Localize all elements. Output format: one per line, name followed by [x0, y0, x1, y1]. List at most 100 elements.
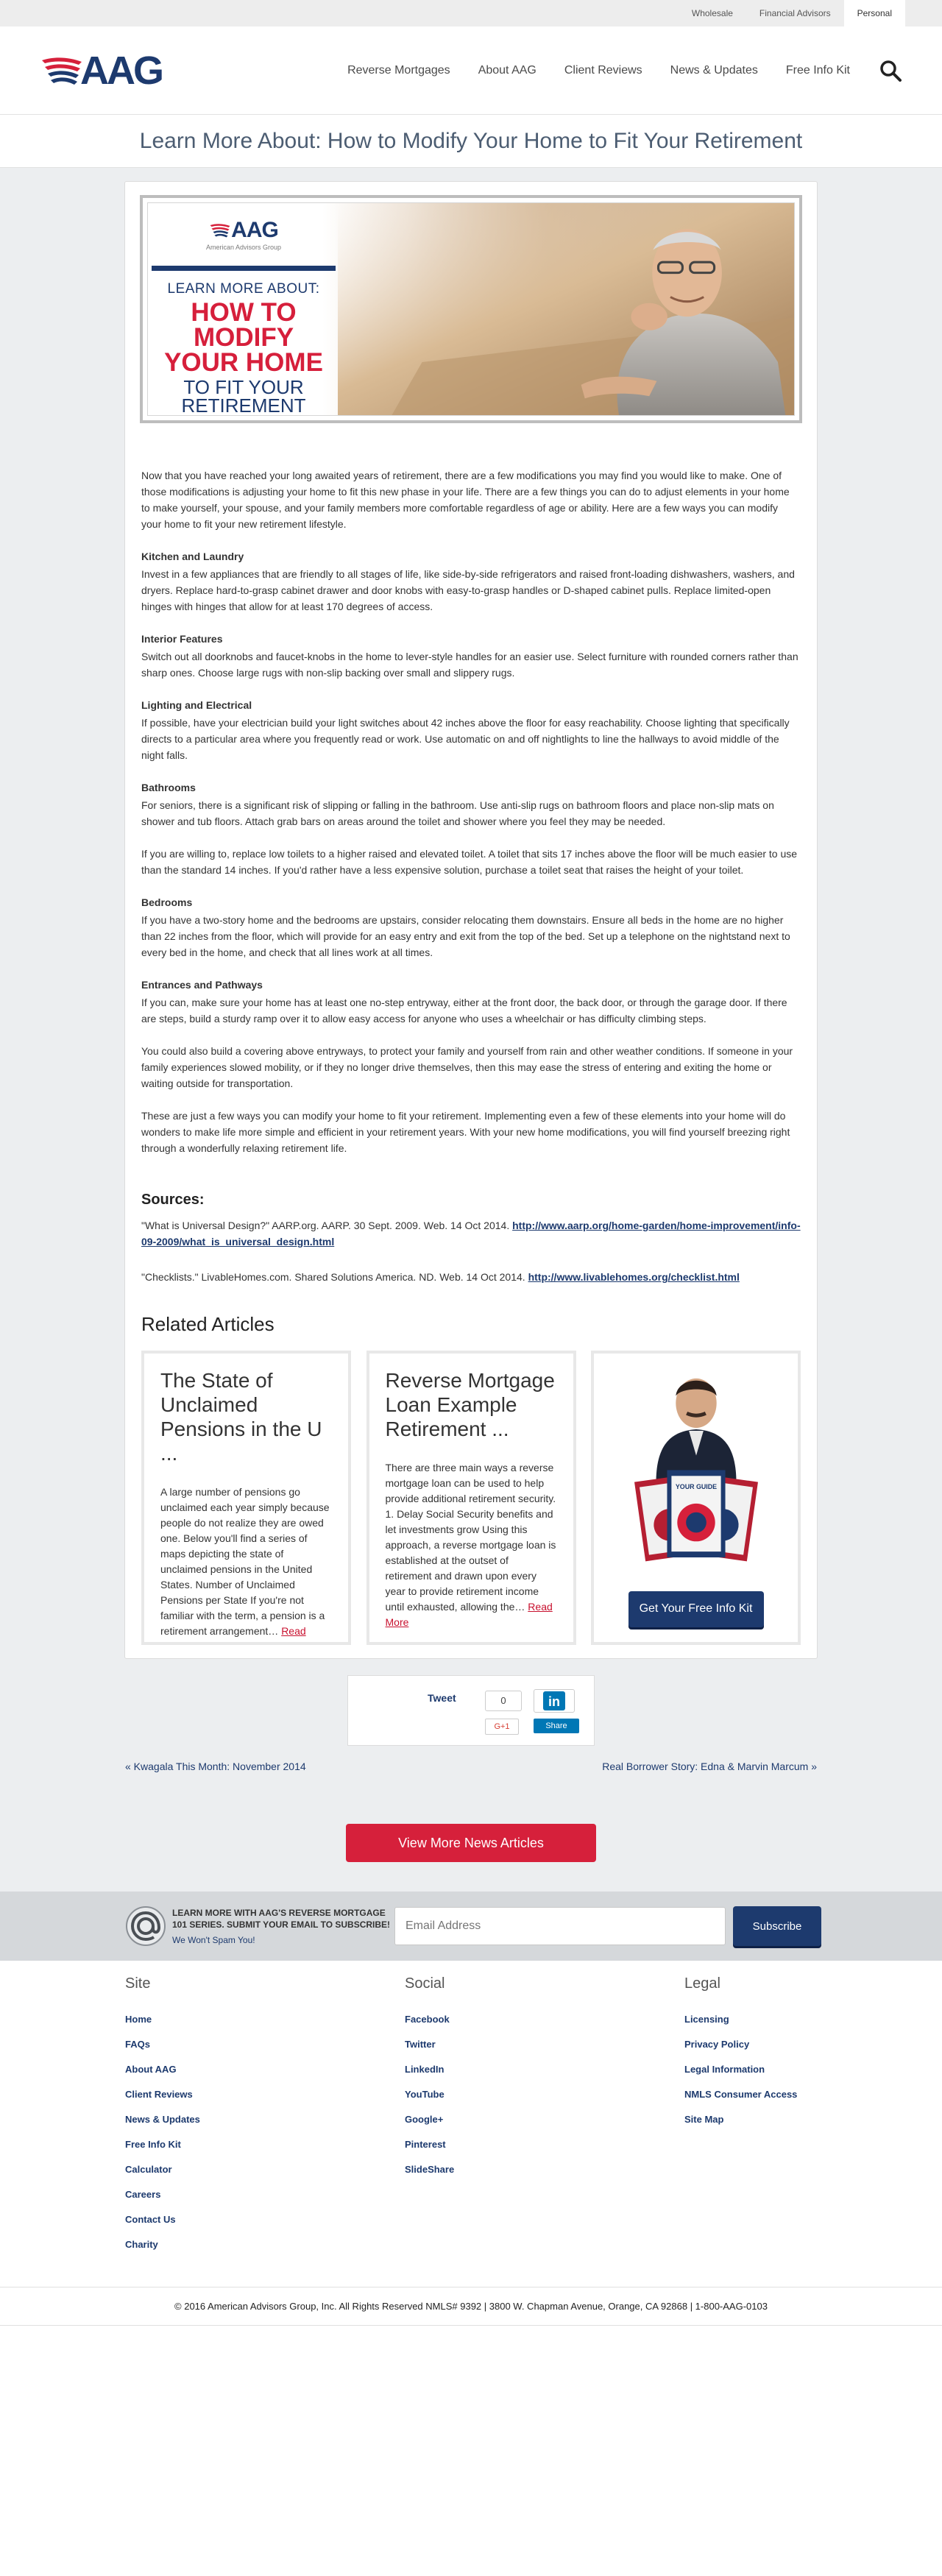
- subscribe-text-block: LEARN MORE WITH AAG'S REVERSE MORTGAGE 1…: [172, 1907, 393, 1945]
- linkedin-share-button[interactable]: Share: [534, 1719, 579, 1733]
- hero-headline-line: YOUR HOME: [164, 348, 323, 377]
- footer-link[interactable]: LinkedIn: [405, 2057, 684, 2082]
- section-text: If possible, have your electrician build…: [141, 717, 790, 761]
- footer-link[interactable]: Client Reviews: [125, 2082, 405, 2107]
- source-link[interactable]: http://www.livablehomes.org/checklist.ht…: [528, 1271, 740, 1283]
- footer-link[interactable]: Licensing: [684, 2007, 905, 2032]
- article-card: AAG American Advisors Group LEARN MORE A…: [124, 181, 818, 1659]
- utility-link-personal[interactable]: Personal: [843, 0, 905, 26]
- content-area: AAG American Advisors Group LEARN MORE A…: [0, 168, 942, 1892]
- footer-link[interactable]: Twitter: [405, 2032, 684, 2057]
- section-text: Invest in a few appliances that are frie…: [141, 568, 795, 612]
- nav-free-info-kit[interactable]: Free Info Kit: [786, 64, 850, 77]
- related-article-excerpt-text: A large number of pensions go unclaimed …: [160, 1486, 330, 1637]
- related-article-title[interactable]: Reverse Mortgage Loan Example Retirement…: [386, 1368, 557, 1441]
- logo-text: AAG: [80, 48, 164, 93]
- copyright-text: © 2016 American Advisors Group, Inc. All…: [0, 2287, 942, 2326]
- footer-link[interactable]: Legal Information: [684, 2057, 905, 2082]
- email-input[interactable]: [394, 1907, 726, 1945]
- sources-title: Sources:: [141, 1192, 205, 1208]
- related-article-title[interactable]: The State of Unclaimed Pensions in the U…: [160, 1368, 332, 1465]
- footer-link[interactable]: Home: [125, 2007, 405, 2032]
- article-body: Now that you have reached your long awai…: [140, 467, 802, 1645]
- footer-link[interactable]: Charity: [125, 2232, 405, 2257]
- footer-link[interactable]: Privacy Policy: [684, 2032, 905, 2057]
- footer-link[interactable]: About AAG: [125, 2057, 405, 2082]
- nav-news-updates[interactable]: News & Updates: [670, 64, 758, 77]
- share-box: Tweet 0 G+1 in Share: [347, 1675, 595, 1746]
- hero-photo-senior-man: [338, 203, 794, 415]
- article-intro: Now that you have reached your long awai…: [141, 470, 790, 530]
- section-heading: Bathrooms: [141, 782, 196, 793]
- hero-banner: AAG American Advisors Group LEARN MORE A…: [140, 195, 802, 423]
- related-articles-title: Related Articles: [141, 1313, 275, 1335]
- footer-link[interactable]: Careers: [125, 2182, 405, 2207]
- tweet-button[interactable]: Tweet: [428, 1692, 456, 1704]
- hero-headline-line: HOW TO: [191, 298, 297, 327]
- view-more-news-button[interactable]: View More News Articles: [346, 1824, 596, 1862]
- footer-link[interactable]: NMLS Consumer Access: [684, 2082, 905, 2107]
- section-heading: Kitchen and Laundry: [141, 551, 244, 562]
- section-text: If you are willing to, replace low toile…: [141, 848, 798, 876]
- hero-subheadline-line: RETIREMENT: [181, 394, 306, 416]
- email-at-icon: [126, 1906, 166, 1946]
- linkedin-icon[interactable]: in: [534, 1689, 575, 1713]
- hero-headline: HOW TO MODIFY YOUR HOME: [164, 300, 323, 375]
- flag-swoosh-icon: [42, 57, 82, 85]
- subscribe-message: LEARN MORE WITH AAG'S REVERSE MORTGAGE 1…: [172, 1908, 391, 1930]
- footer-link[interactable]: Facebook: [405, 2007, 684, 2032]
- footer-column-title: Social: [405, 1975, 445, 1992]
- section-text: You could also build a covering above en…: [141, 1045, 793, 1089]
- related-article-excerpt-text: There are three main ways a reverse mort…: [385, 1462, 556, 1613]
- footer-link[interactable]: Free Info Kit: [125, 2132, 405, 2157]
- hero-headline-line: MODIFY: [193, 323, 294, 352]
- section-heading: Entrances and Pathways: [141, 979, 263, 991]
- main-nav: Reverse Mortgages About AAG Client Revie…: [319, 60, 902, 82]
- footer-link[interactable]: SlideShare: [405, 2157, 684, 2182]
- footer-column-social: Social Facebook Twitter LinkedIn YouTube…: [405, 1975, 684, 2257]
- section-text: For seniors, there is a significant risk…: [141, 799, 774, 827]
- related-article-card[interactable]: The State of Unclaimed Pensions in the U…: [141, 1351, 351, 1645]
- get-free-info-kit-button[interactable]: Get Your Free Info Kit: [628, 1590, 764, 1627]
- subscribe-button[interactable]: Subscribe: [733, 1906, 821, 1946]
- footer-link[interactable]: Google+: [405, 2107, 684, 2132]
- source-item: "What is Universal Design?" AARP.org. AA…: [141, 1217, 801, 1250]
- footer-link[interactable]: Pinterest: [405, 2132, 684, 2157]
- utility-bar: Wholesale Financial Advisors Personal: [0, 0, 942, 26]
- utility-link-financial-advisors[interactable]: Financial Advisors: [746, 0, 844, 26]
- google-plus-button[interactable]: G+1: [485, 1719, 519, 1735]
- info-kit-card: YOUR GUIDE Get Your Free Info Kit: [591, 1351, 801, 1645]
- hero-logo-subtitle: American Advisors Group: [205, 244, 282, 251]
- nav-client-reviews[interactable]: Client Reviews: [564, 64, 642, 77]
- spokesman-with-guide-image: YOUR GUIDE: [634, 1378, 758, 1562]
- section-text: If you can, make sure your home has at l…: [141, 997, 787, 1025]
- search-icon[interactable]: [879, 60, 902, 82]
- related-article-excerpt: There are three main ways a reverse mort…: [386, 1460, 557, 1630]
- aag-logo[interactable]: AAG: [40, 48, 202, 93]
- footer-link[interactable]: Site Map: [684, 2107, 905, 2132]
- source-citation: "Checklists." LivableHomes.com. Shared S…: [141, 1271, 528, 1283]
- hero-kicker: LEARN MORE ABOUT:: [167, 281, 320, 297]
- previous-post-link[interactable]: « Kwagala This Month: November 2014: [125, 1761, 306, 1772]
- source-item: "Checklists." LivableHomes.com. Shared S…: [141, 1269, 801, 1285]
- linkedin-logo-icon: in: [543, 1691, 565, 1710]
- utility-link-wholesale[interactable]: Wholesale: [679, 0, 746, 26]
- hero-logo-text: AAG: [231, 218, 279, 242]
- footer-link[interactable]: News & Updates: [125, 2107, 405, 2132]
- related-article-card[interactable]: Reverse Mortgage Loan Example Retirement…: [366, 1351, 576, 1645]
- hero-text-block: AAG American Advisors Group LEARN MORE A…: [148, 203, 339, 415]
- nav-reverse-mortgages[interactable]: Reverse Mortgages: [347, 64, 450, 77]
- footer-column-legal: Legal Licensing Privacy Policy Legal Inf…: [684, 1975, 905, 2257]
- footer-link[interactable]: Calculator: [125, 2157, 405, 2182]
- nav-about-aag[interactable]: About AAG: [478, 64, 536, 77]
- article-closing: These are just a few ways you can modify…: [141, 1110, 790, 1154]
- no-spam-note: We Won't Spam You!: [172, 1935, 255, 1945]
- footer-link[interactable]: YouTube: [405, 2082, 684, 2107]
- next-post-link[interactable]: Real Borrower Story: Edna & Marvin Marcu…: [602, 1761, 817, 1772]
- hero-logo: AAG: [209, 218, 279, 243]
- footer-link[interactable]: Contact Us: [125, 2207, 405, 2232]
- footer-link[interactable]: FAQs: [125, 2032, 405, 2057]
- section-text: Switch out all doorknobs and faucet-knob…: [141, 651, 798, 679]
- linkedin-logo-text: in: [548, 1694, 560, 1709]
- subscribe-bar: LEARN MORE WITH AAG'S REVERSE MORTGAGE 1…: [0, 1892, 942, 1961]
